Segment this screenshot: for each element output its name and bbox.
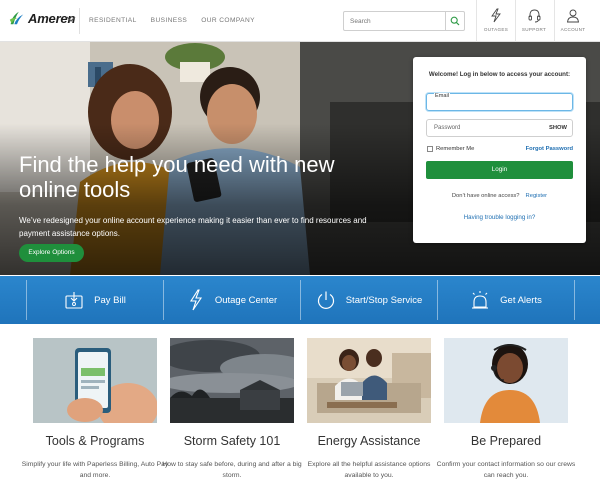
pay-bill-action[interactable]: Pay Bill — [27, 276, 163, 324]
search-icon — [450, 16, 460, 26]
power-icon — [317, 291, 334, 309]
explore-options-button[interactable]: Explore Options — [19, 244, 84, 262]
login-heading: Welcome! Log in below to access your acc… — [428, 71, 571, 78]
outage-center-label: Outage Center — [214, 294, 278, 306]
start-stop-service-action[interactable]: Start/Stop Service — [301, 276, 437, 324]
card-title: Energy Assistance — [317, 434, 421, 448]
alarm-icon — [472, 291, 489, 309]
site-header: Ameren RESIDENTIAL BUSINESS OUR COMPANY … — [0, 0, 600, 42]
search-box — [343, 11, 465, 31]
search-input[interactable] — [350, 15, 442, 28]
hero-title: Find the help you need with new online t… — [19, 152, 335, 202]
nav-residential[interactable]: RESIDENTIAL — [89, 17, 137, 24]
password-label: Password — [434, 125, 461, 131]
lightning-icon — [491, 8, 501, 23]
ameren-logo[interactable]: Ameren — [8, 9, 77, 27]
card-title: Be Prepared — [470, 434, 542, 448]
get-alerts-label: Get Alerts — [500, 294, 542, 306]
be-prepared-image — [444, 338, 568, 423]
password-field[interactable]: Password SHOW — [426, 119, 573, 137]
support-link[interactable]: SUPPORT — [516, 8, 552, 32]
account-label: ACCOUNT — [560, 27, 586, 32]
start-stop-service-label: Start/Stop Service — [345, 294, 423, 306]
card-description: Confirm your contact information so our … — [436, 461, 576, 479]
outage-center-action[interactable]: Outage Center — [164, 276, 300, 324]
email-field[interactable]: Email — [426, 93, 573, 111]
register-link[interactable]: Register — [526, 193, 548, 199]
outages-label: OUTAGES — [483, 27, 509, 32]
card-description: Simplify your life with Paperless Billin… — [21, 461, 169, 479]
card-description: Explore all the helpful assistance optio… — [307, 461, 431, 479]
divider — [79, 8, 80, 34]
support-label: SUPPORT — [521, 27, 547, 32]
pay-bill-label: Pay Bill — [94, 294, 126, 306]
quick-actions-bar: Pay Bill Outage Center Start/Stop Servic… — [0, 276, 600, 324]
divider — [574, 280, 575, 320]
login-card: Welcome! Log in below to access your acc… — [413, 57, 586, 243]
main-nav: RESIDENTIAL BUSINESS OUR COMPANY — [89, 17, 269, 24]
search-button[interactable] — [445, 12, 464, 30]
tools-programs-image — [33, 338, 157, 423]
show-password-button[interactable]: SHOW — [549, 125, 567, 131]
login-button[interactable]: Login — [426, 161, 573, 179]
outages-link[interactable]: OUTAGES — [478, 8, 514, 32]
pay-bill-icon — [65, 292, 83, 309]
remember-me-checkbox[interactable] — [427, 146, 433, 152]
remember-me-label: Remember Me — [436, 146, 475, 152]
forgot-password-link[interactable]: Forgot Password — [526, 146, 573, 152]
lightning-icon — [189, 289, 202, 311]
trouble-logging-in-link[interactable]: Having trouble logging in? — [413, 214, 586, 221]
storm-safety-image — [170, 338, 294, 423]
card-title: Storm Safety 101 — [183, 434, 281, 448]
chevron-down-icon[interactable] — [65, 13, 77, 25]
energy-assistance-image — [307, 338, 431, 423]
get-alerts-action[interactable]: Get Alerts — [438, 276, 574, 324]
hero-description: We’ve redesigned your online account exp… — [19, 216, 367, 238]
nav-our-company[interactable]: OUR COMPANY — [201, 17, 255, 24]
nav-business[interactable]: BUSINESS — [151, 17, 188, 24]
ameren-leaf-logo-icon — [9, 11, 24, 25]
card-description: How to stay safe before, during and afte… — [162, 461, 302, 479]
email-label: Email — [434, 93, 450, 99]
no-access-row: Don’t have online access? Register — [413, 193, 586, 199]
remember-me[interactable]: Remember Me — [427, 146, 474, 152]
headset-icon — [528, 9, 540, 23]
user-icon — [567, 9, 579, 23]
no-access-text: Don’t have online access? — [451, 193, 520, 199]
account-link[interactable]: ACCOUNT — [555, 8, 591, 32]
divider — [476, 0, 477, 42]
card-title: Tools & Programs — [45, 434, 145, 448]
